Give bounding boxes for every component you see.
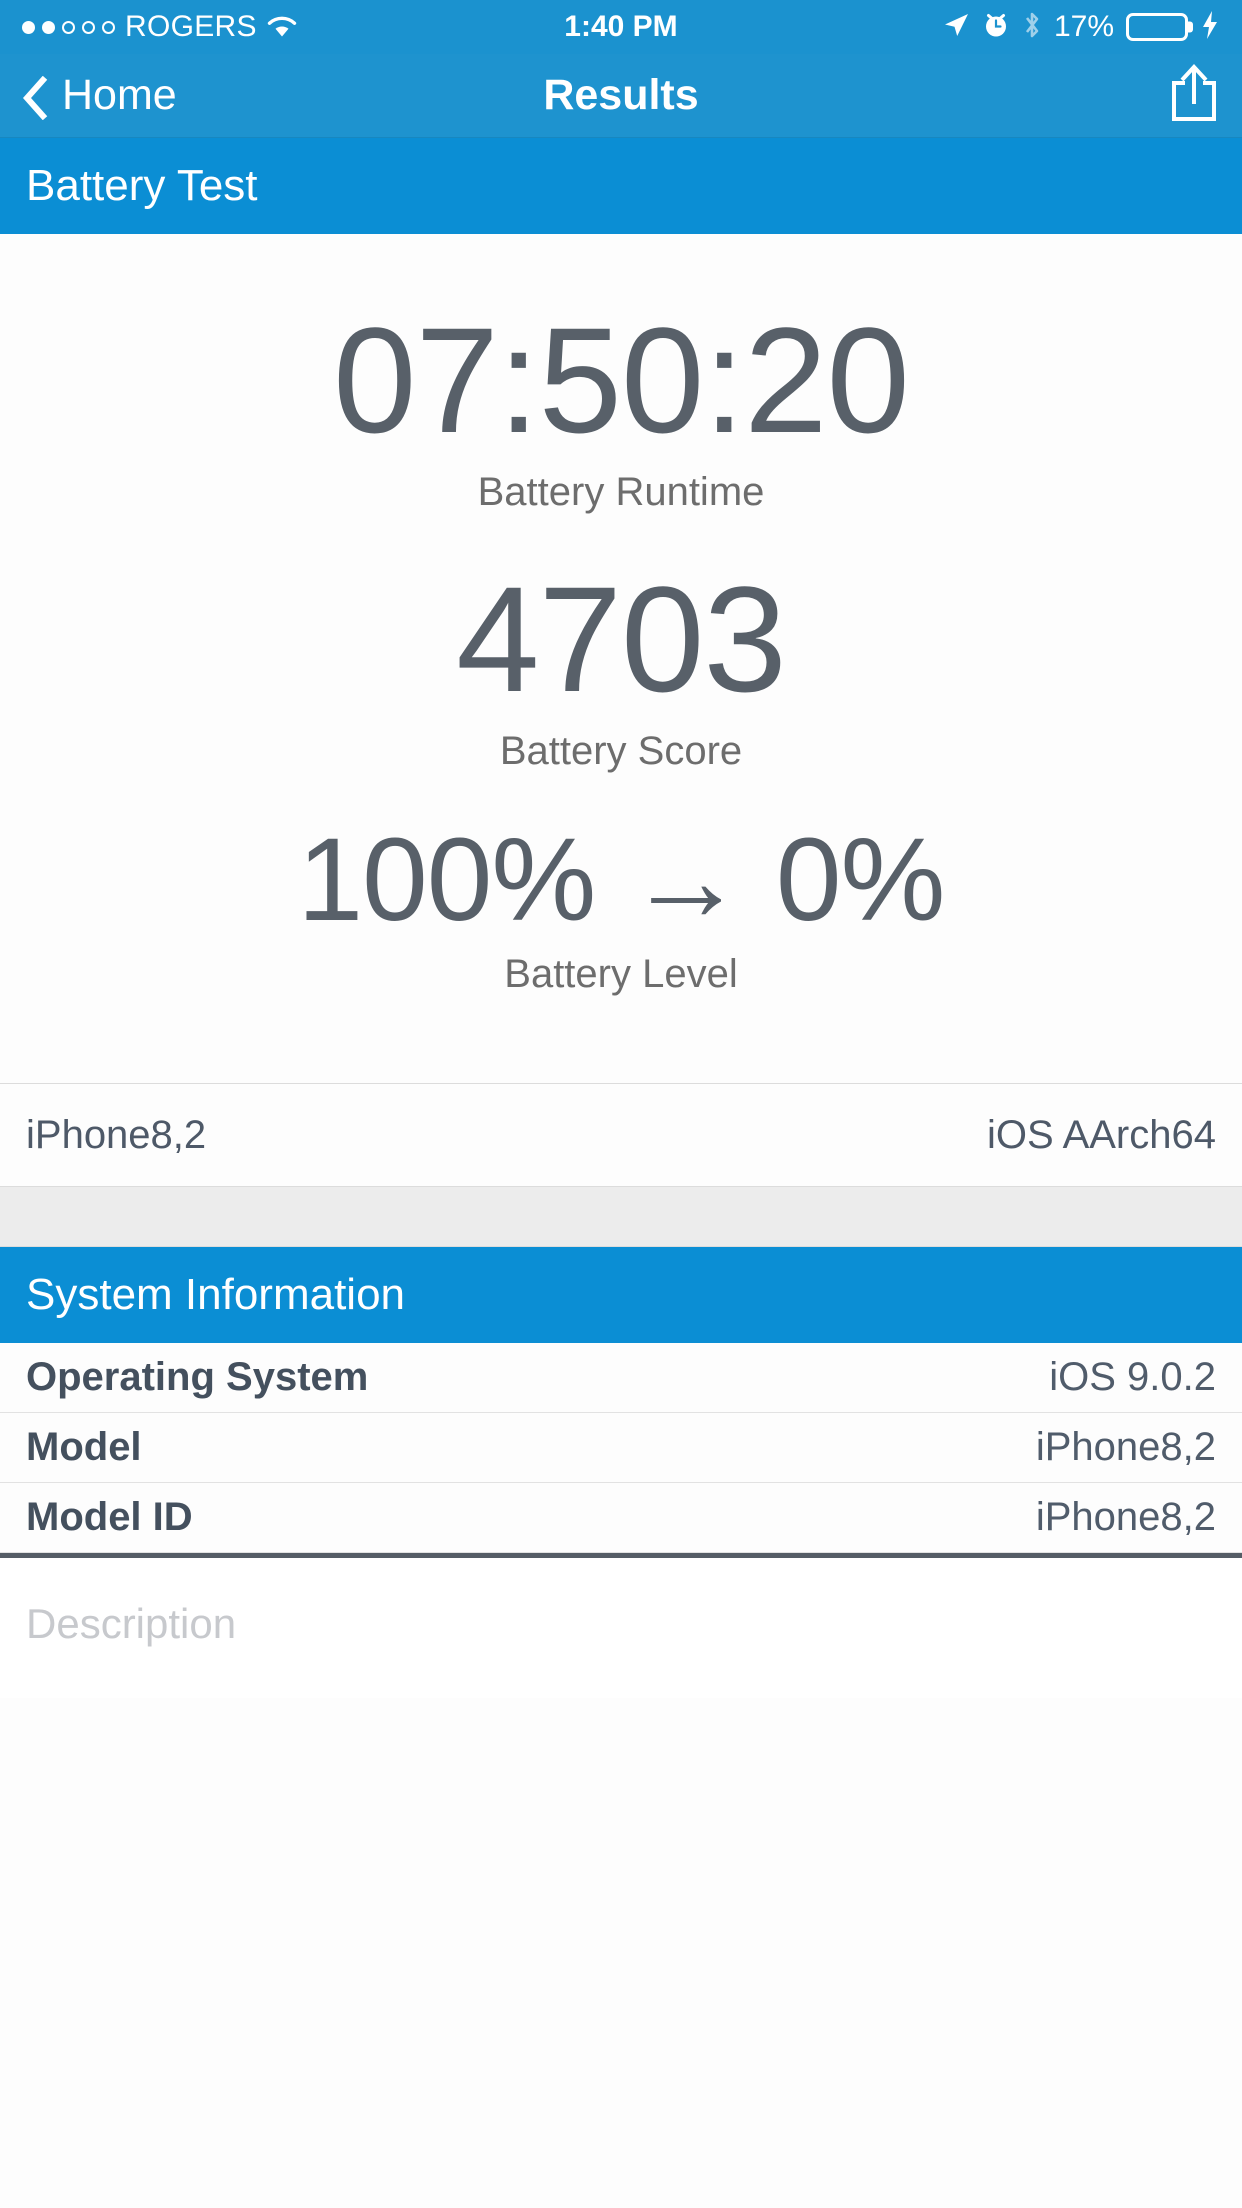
navigation-bar: Home Results [0, 54, 1242, 138]
metric-label: Battery Score [499, 729, 743, 773]
signal-dot [62, 20, 75, 34]
info-value: iPhone8,2 [1035, 1495, 1216, 1540]
description-placeholder: Description [26, 1600, 237, 1648]
section-gap [0, 1187, 1242, 1248]
info-key: Model ID [26, 1495, 193, 1540]
back-button-label: Home [62, 71, 177, 119]
device-model-label: iPhone8,2 [26, 1112, 207, 1157]
battery-test-section-header: Battery Test [0, 138, 1242, 234]
metric-value: 100% → 0% [297, 814, 946, 946]
location-arrow-icon [942, 11, 970, 44]
device-summary-row: iPhone8,2 iOS AArch64 [0, 1083, 1242, 1188]
battery-test-section-title: Battery Test [26, 161, 258, 210]
status-bar-right: 17% [942, 10, 1220, 45]
results-screen: ROGERS 1:40 PM 17% Home Results Battery … [0, 0, 1242, 2208]
table-row: Operating System iOS 9.0.2 [0, 1343, 1242, 1414]
share-button[interactable] [1168, 64, 1220, 127]
signal-dot [22, 20, 35, 34]
info-value: iOS 9.0.2 [1049, 1355, 1216, 1400]
metric-label: Battery Runtime [477, 470, 765, 514]
battery-percent-label: 17% [1053, 10, 1114, 43]
back-button[interactable]: Home [22, 71, 177, 120]
metric-label: Battery Level [504, 952, 738, 997]
signal-dot [42, 20, 55, 34]
metric-value: 07:50:20 [333, 296, 910, 464]
metric-battery-score: 4703 Battery Score [0, 555, 1242, 774]
signal-dot [102, 20, 115, 34]
table-row: Model iPhone8,2 [0, 1413, 1242, 1484]
info-key: Operating System [26, 1355, 369, 1400]
metric-battery-runtime: 07:50:20 Battery Runtime [0, 296, 1242, 515]
battery-icon [1126, 13, 1193, 41]
page-title: Results [543, 71, 699, 119]
system-information-section-header: System Information [0, 1247, 1242, 1344]
info-value: iPhone8,2 [1035, 1425, 1216, 1470]
device-platform-label: iOS AArch64 [986, 1112, 1216, 1157]
table-row: Model ID iPhone8,2 [0, 1483, 1242, 1554]
description-field[interactable]: Description [0, 1558, 1242, 1699]
info-key: Model [26, 1425, 142, 1470]
bluetooth-icon [1022, 10, 1042, 45]
signal-strength-dots [22, 20, 115, 34]
wifi-icon [267, 15, 297, 39]
signal-dot [82, 20, 95, 34]
chevron-left-icon [22, 75, 48, 120]
results-spacer [0, 997, 1242, 1083]
status-bar: ROGERS 1:40 PM 17% [0, 0, 1242, 54]
system-information-section-title: System Information [26, 1270, 406, 1320]
metric-value: 4703 [456, 555, 787, 723]
lightning-bolt-icon [1200, 10, 1220, 45]
carrier-label: ROGERS [125, 10, 257, 43]
battery-results-panel: 07:50:20 Battery Runtime 4703 Battery Sc… [0, 234, 1242, 1084]
metric-battery-level: 100% → 0% Battery Level [0, 814, 1242, 997]
share-upload-icon [1168, 64, 1220, 126]
status-bar-left: ROGERS [22, 10, 297, 44]
alarm-clock-icon [982, 11, 1010, 44]
